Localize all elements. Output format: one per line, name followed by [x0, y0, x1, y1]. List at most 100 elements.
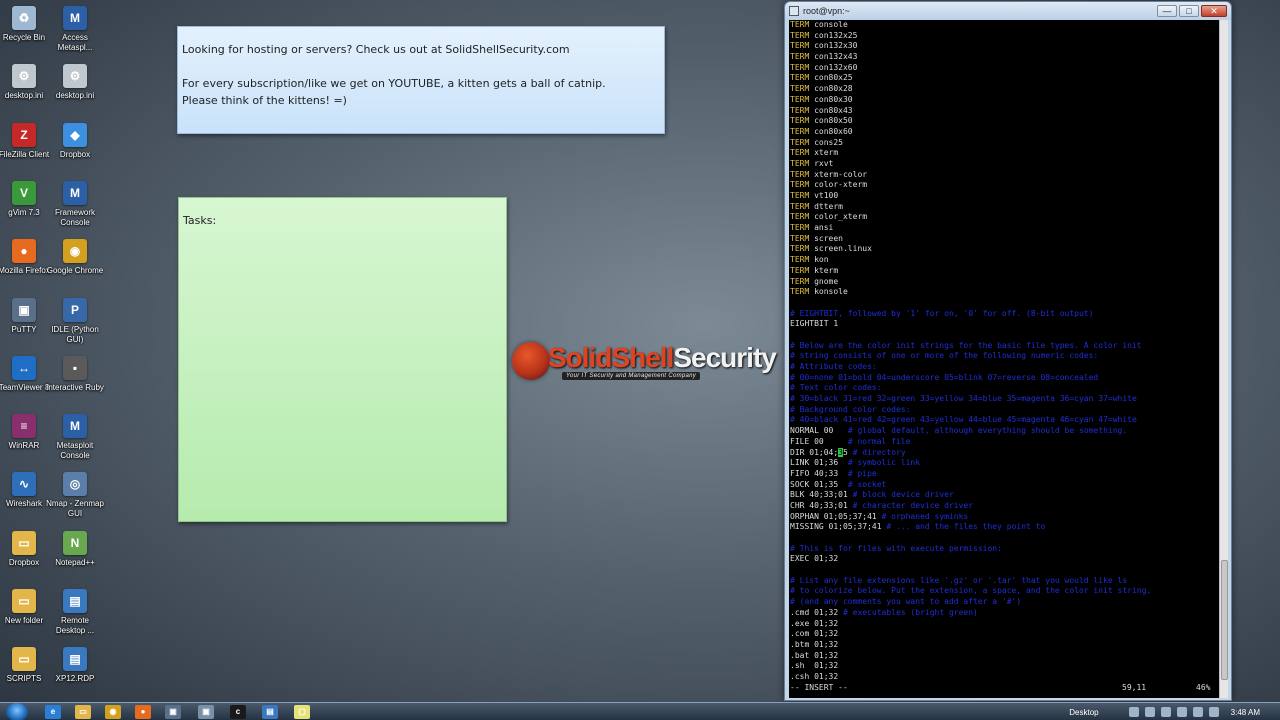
term-keyword: TERM	[790, 265, 810, 275]
dropbox-icon[interactable]: ◆	[63, 122, 87, 147]
desktop-icon-label: Framework Console	[54, 207, 95, 227]
window-titlebar[interactable]: root@vpn:~ — □ ✕	[785, 2, 1231, 20]
tray-power-icon[interactable]	[1192, 707, 1203, 717]
nmap-icon[interactable]: ◎	[63, 472, 87, 497]
desktop-icon-item[interactable]: ▪ Interactive Ruby	[46, 355, 104, 393]
remote-desktop-icon[interactable]: ▤	[63, 589, 87, 613]
inline-comment: # normal file	[847, 436, 911, 446]
term-value: xterm-color	[814, 169, 868, 179]
winrar-icon[interactable]: ≡	[12, 414, 36, 439]
term-keyword: TERM	[790, 276, 810, 286]
tray-app-icon[interactable]	[1208, 707, 1219, 717]
term-line: TERM con80x25	[790, 73, 1220, 84]
comment-line: # to colorize below. Put the extension, …	[790, 586, 1220, 597]
tray-network-icon[interactable]	[1144, 707, 1155, 717]
desktop-icon-item[interactable]: ◎ Nmap - Zenmap GUI	[46, 472, 104, 519]
extension-code: .com 01;32	[790, 629, 839, 639]
sticky-note-blue[interactable]: Looking for hosting or servers? Check us…	[177, 26, 665, 134]
filetype-code: BLK 40;33;01	[790, 490, 848, 500]
comment-line: # This is for files with execute permiss…	[790, 544, 1220, 555]
desktop-icon-item[interactable]: M Framework Console	[46, 180, 104, 228]
filetype-code: SOCK 01;35	[790, 479, 839, 489]
maximize-button[interactable]: □	[1179, 5, 1199, 17]
config-text: EXEC 01;32	[790, 554, 839, 564]
internet-explorer-icon[interactable]: e	[45, 705, 61, 719]
tray-dropbox-icon[interactable]	[1176, 707, 1187, 717]
settings-file-icon[interactable]: ⚙	[12, 64, 36, 89]
chrome-icon[interactable]: ◉	[63, 239, 87, 264]
cmd-icon[interactable]: c	[230, 705, 246, 719]
comment-line: # 00=none 01=bold 04=underscore 05=blink…	[790, 373, 1220, 384]
folder-icon[interactable]: ▭	[12, 589, 36, 613]
folder-icon[interactable]: ▭	[75, 705, 91, 719]
vim-scroll-percent: 46%	[1196, 682, 1211, 692]
python-icon[interactable]: P	[63, 297, 87, 322]
minimize-button[interactable]: —	[1157, 5, 1177, 17]
wireshark-icon[interactable]: ∿	[12, 472, 36, 497]
extension-line: .bat 01;32	[790, 651, 1220, 662]
start-button[interactable]	[6, 703, 28, 720]
metasploit-icon[interactable]: M	[63, 180, 87, 205]
putty-icon[interactable]: ▣	[12, 297, 36, 322]
recycle-bin-icon[interactable]: ♻	[12, 6, 36, 30]
term-line: TERM ansi	[790, 223, 1220, 234]
extension-code: .bat 01;32	[790, 650, 839, 660]
chrome-icon[interactable]: ◉	[105, 705, 121, 719]
putty-icon[interactable]: ▣	[198, 705, 214, 719]
desktop-icon-item[interactable]: M Access Metaspl...	[46, 6, 104, 53]
teamviewer-icon[interactable]: ↔	[12, 355, 36, 380]
sticky-notes-icon[interactable]: ▢	[294, 705, 310, 719]
desktop-icon-item[interactable]: ▤ XP12.RDP	[46, 647, 104, 684]
desktop-toolbar-label[interactable]: Desktop	[1069, 708, 1098, 717]
filetype-line: DIR 01;04;35 # directory	[790, 447, 1220, 459]
comment-text: # This is for files with execute permiss…	[790, 543, 1002, 553]
filetype-code: FIFO 40;33	[790, 468, 839, 478]
remote-desktop-icon[interactable]: ▤	[262, 705, 278, 719]
term-keyword: TERM	[790, 73, 810, 83]
remote-desktop-icon[interactable]: ▤	[63, 647, 87, 672]
ruby-icon[interactable]: ▪	[63, 355, 87, 380]
tray-volume-icon[interactable]	[1160, 707, 1171, 717]
terminal-scrollbar[interactable]	[1219, 20, 1228, 698]
desktop-icon-item[interactable]: ⚙ desktop.ini	[46, 64, 104, 101]
filetype-code-rest: 5	[843, 447, 848, 457]
folder-icon[interactable]: ▭	[12, 647, 36, 672]
filetype-code: ORPHAN 01;05;37;41	[790, 511, 877, 521]
desktop-icon-item[interactable]: P IDLE (Python GUI)	[46, 297, 104, 345]
desktop-icon-item[interactable]: M Metasploit Console	[46, 414, 104, 461]
scrollbar-thumb[interactable]	[1221, 560, 1228, 680]
firefox-icon[interactable]: ●	[12, 239, 36, 264]
metasploit-icon[interactable]: M	[63, 414, 87, 439]
term-value: color_xterm	[814, 212, 868, 222]
gvim-icon[interactable]: V	[12, 180, 36, 205]
close-button[interactable]: ✕	[1201, 5, 1227, 17]
extension-code: .btm 01;32	[790, 639, 839, 649]
tray-flag-icon[interactable]	[1128, 707, 1139, 717]
desktop-icon-item[interactable]: N Notepad++	[46, 530, 104, 568]
desktop-icon-item[interactable]: ▤ Remote Desktop ...	[46, 589, 104, 636]
notepad-plus-plus-icon[interactable]: N	[63, 530, 87, 555]
putty-icon[interactable]: ▣	[165, 705, 181, 719]
metasploit-icon[interactable]: M	[63, 6, 87, 30]
firefox-icon[interactable]: ●	[135, 705, 151, 719]
folder-icon[interactable]: ▭	[12, 530, 36, 555]
term-line: TERM cons25	[790, 138, 1220, 149]
comment-text: # 40=black 41=red 42=green 43=yellow 44=…	[790, 415, 1137, 425]
desktop-icon-item[interactable]: ◉ Google Chrome	[46, 239, 104, 276]
comment-text: # Text color codes:	[790, 383, 882, 393]
putty-window[interactable]: root@vpn:~ — □ ✕ TERM console TERM con132…	[784, 1, 1232, 701]
desktop-icon-item[interactable]: ◆ Dropbox	[46, 122, 104, 160]
settings-file-icon[interactable]: ⚙	[63, 64, 87, 89]
filezilla-icon[interactable]: Z	[12, 122, 36, 147]
term-value: ansi	[814, 223, 834, 233]
terminal-output[interactable]: TERM console TERM con132x25 TERM con132x30…	[789, 20, 1220, 698]
term-value: con80x30	[814, 94, 853, 104]
comment-line: # (and any comments you want to add afte…	[790, 597, 1220, 608]
putty-app-icon[interactable]	[789, 6, 799, 16]
term-line: TERM con80x43	[790, 106, 1220, 117]
taskbar-clock[interactable]: 3:48 AM	[1231, 708, 1260, 717]
sticky-note-tasks-text[interactable]: Tasks:	[183, 212, 502, 229]
sticky-note-blue-text[interactable]: Looking for hosting or servers? Check us…	[182, 41, 660, 109]
sticky-note-tasks[interactable]: Tasks:	[178, 197, 507, 522]
term-keyword: TERM	[790, 148, 810, 158]
